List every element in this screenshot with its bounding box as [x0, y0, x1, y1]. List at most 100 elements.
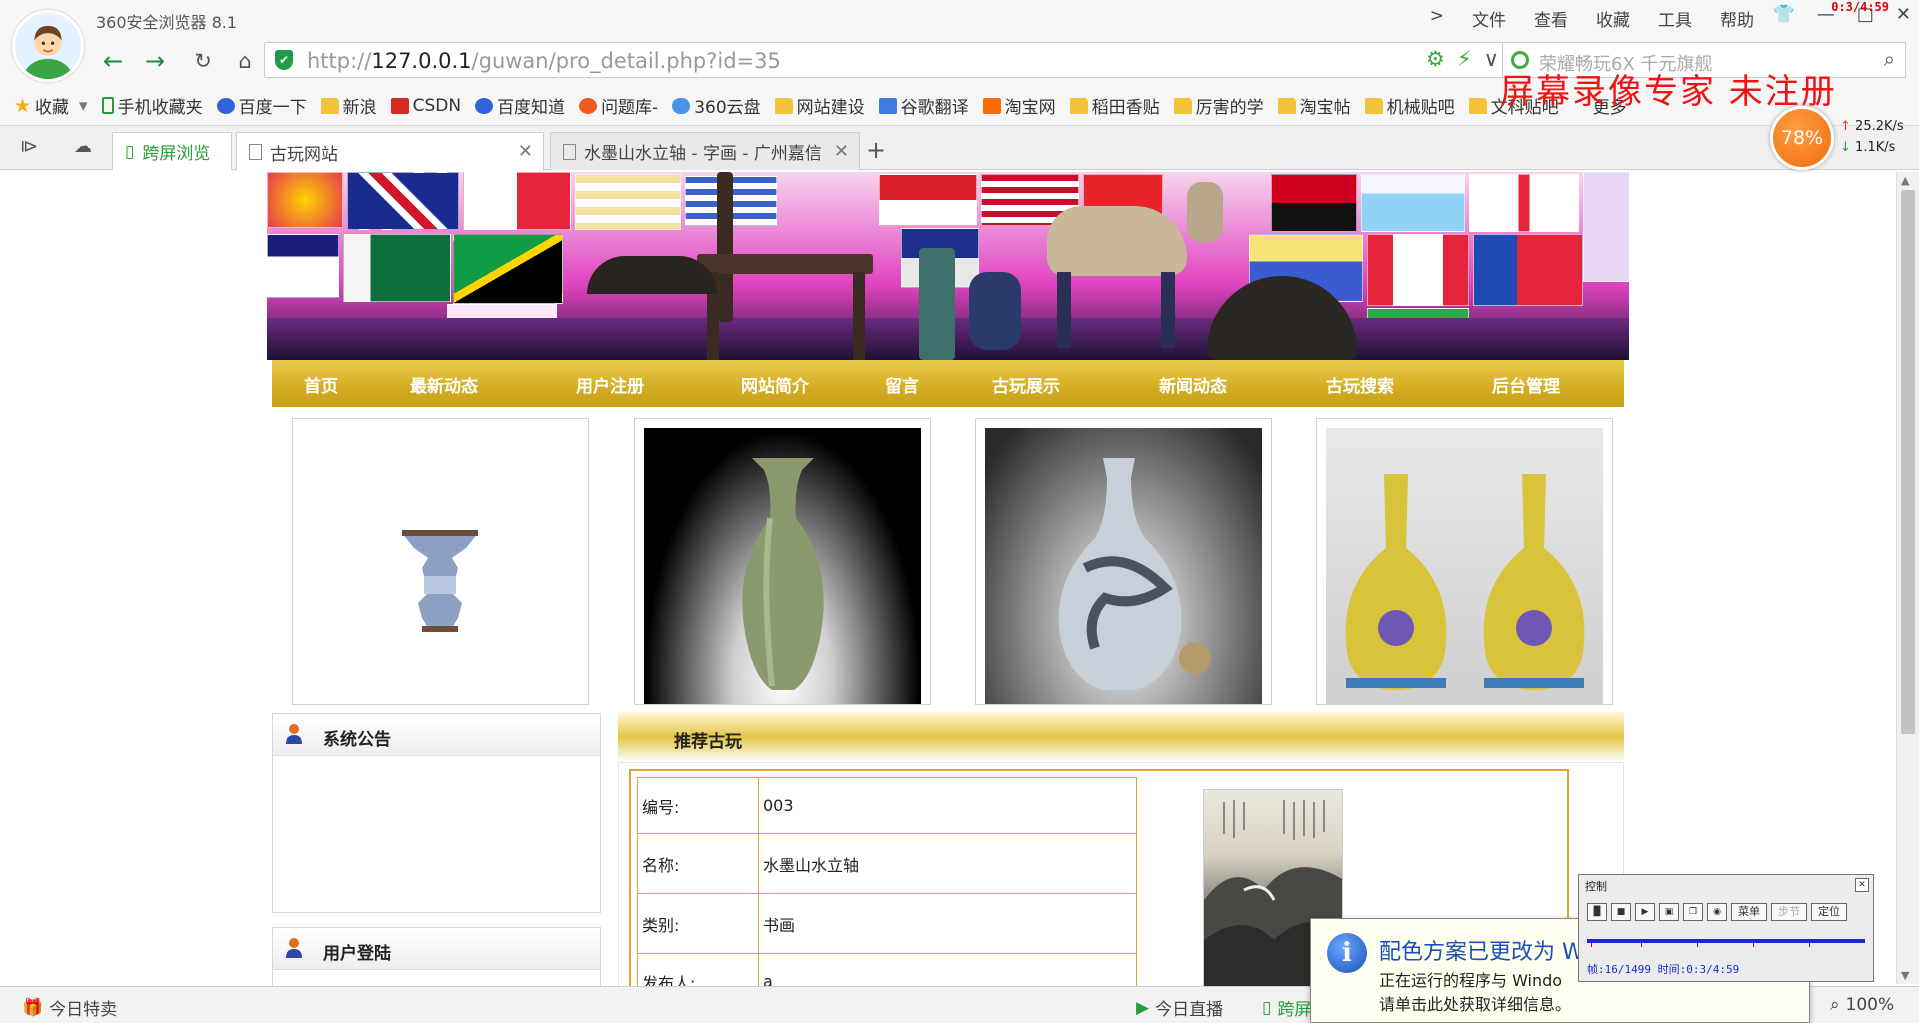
network-speed-readout: ↑ 25.2K/s ↓ 1.1K/s	[1840, 119, 1904, 155]
tb-icon	[982, 97, 1001, 114]
address-dropdown-icon[interactable]: ∨	[1484, 47, 1499, 71]
product-photo-3[interactable]	[975, 418, 1272, 705]
login-panel-header: 用户登陆	[273, 928, 600, 970]
phone-icon: ▯	[125, 141, 135, 162]
address-bar[interactable]: ✔ http://127.0.0.1/guwan/pro_detail.php?…	[264, 42, 1510, 78]
cloud-icon	[672, 97, 691, 114]
recorder-screen-icon[interactable]: ▣	[1659, 903, 1679, 921]
zoom-control[interactable]: ⌕ 100%	[1830, 995, 1894, 1015]
paw-icon	[216, 97, 235, 114]
bookmark-item[interactable]: 淘宝帖	[1277, 93, 1351, 118]
menu-tools[interactable]: 工具	[1658, 6, 1692, 31]
new-tab-icon[interactable]: +	[866, 136, 886, 164]
product-photo-2[interactable]	[634, 418, 931, 705]
notification-line-2[interactable]: 请单击此处获取详细信息。	[1379, 991, 1571, 1015]
recorder-cursor-icon[interactable]: ◉	[1707, 903, 1727, 921]
bookmark-label: 新浪	[342, 98, 377, 118]
network-speed-ball[interactable]: 78%	[1770, 106, 1834, 170]
recorder-locate-button[interactable]: 定位	[1811, 903, 1847, 921]
home-icon[interactable]: ⌂	[228, 46, 262, 76]
tab-active[interactable]: 古玩网站 ✕	[236, 132, 544, 171]
bookmark-item[interactable]: 手机收藏夹	[101, 93, 203, 118]
upload-arrow-icon: ↑	[1840, 119, 1851, 134]
forward-icon[interactable]: →	[138, 46, 172, 76]
search-icon[interactable]: ⌕	[1884, 47, 1895, 71]
product-photo-1[interactable]	[292, 418, 589, 705]
play-icon: ▶	[1136, 997, 1150, 1018]
cross-screen-status[interactable]: ▯ 跨屏	[1262, 995, 1311, 1021]
tab-second-label: 水墨山水立轴 - 字画 - 广州嘉信	[584, 144, 822, 164]
recorder-region-icon[interactable]: ❐	[1683, 903, 1703, 921]
table-row: 名称: 水墨山水立轴	[637, 833, 1137, 894]
bookmark-item[interactable]: 新浪	[320, 93, 377, 118]
nav-admin[interactable]: 后台管理	[1492, 372, 1560, 397]
tab-cross-screen[interactable]: ▯ 跨屏浏览	[112, 132, 232, 170]
back-icon[interactable]: ←	[96, 46, 130, 76]
menu-chevron-icon[interactable]: >	[1430, 6, 1444, 31]
refresh-icon[interactable]: ↻	[186, 46, 220, 76]
bookmark-label: 360云盘	[694, 98, 761, 118]
today-deals[interactable]: 🎁 今日特卖	[22, 995, 117, 1021]
recorder-next-icon[interactable]: ▶	[1635, 903, 1655, 921]
recorder-close-icon[interactable]: ✕	[1855, 878, 1869, 892]
nav-about[interactable]: 网站简介	[741, 372, 809, 397]
scrollbar-thumb[interactable]	[1901, 190, 1915, 734]
detail-value: 书画	[758, 893, 1137, 954]
bookmark-item[interactable]: 谷歌翻译	[878, 93, 969, 118]
bookmark-item[interactable]: 百度知道	[475, 93, 565, 118]
bookmark-item[interactable]: 问题库-	[579, 93, 658, 118]
page-scrollbar[interactable]: ▲ ▼	[1896, 172, 1919, 984]
bookmark-item[interactable]: 百度一下	[216, 93, 307, 118]
folder-icon	[1277, 97, 1296, 114]
nav-search[interactable]: 古玩搜索	[1326, 372, 1394, 397]
recorder-pause-icon[interactable]: ▐▌	[1587, 903, 1607, 921]
recorder-timeline[interactable]	[1587, 939, 1865, 943]
today-live[interactable]: ▶ 今日直播	[1136, 995, 1223, 1021]
scroll-up-icon[interactable]: ▲	[1901, 174, 1909, 187]
bookmark-item[interactable]: 360云盘	[672, 93, 761, 118]
tab-close-icon[interactable]: ✕	[518, 141, 533, 162]
bookmark-item[interactable]: 稻田香贴	[1069, 93, 1160, 118]
favorites-dropdown-icon[interactable]: ▾	[79, 96, 88, 116]
recorder-buttons: ▐▌ ■ ▶ ▣ ❐ ◉ 菜单 步节 定位	[1587, 903, 1847, 921]
table-row: 类别: 书画	[637, 893, 1137, 954]
address-url[interactable]: http://127.0.0.1/guwan/pro_detail.php?id…	[307, 49, 781, 73]
compat-mode-icon[interactable]: ⚙	[1426, 47, 1445, 71]
product-photo-4[interactable]	[1316, 418, 1613, 705]
info-icon: i	[1327, 933, 1367, 973]
speed-mode-icon[interactable]: ⚡	[1457, 47, 1472, 71]
menu-file[interactable]: 文件	[1472, 6, 1506, 31]
sidebar-toggle-icon[interactable]: ⧐	[20, 136, 38, 157]
security-shield-icon[interactable]: ✔	[275, 50, 293, 70]
tab-close-icon[interactable]: ✕	[834, 141, 849, 162]
bookmark-item[interactable]: 淘宝网	[982, 93, 1056, 118]
nav-showcase[interactable]: 古玩展示	[992, 372, 1060, 397]
menu-help[interactable]: 帮助	[1720, 6, 1754, 31]
bookmark-item[interactable]: 厉害的学	[1173, 93, 1264, 118]
nav-register[interactable]: 用户注册	[576, 372, 644, 397]
bookmark-label: 机械贴吧	[1386, 98, 1455, 118]
notification-line-1: 正在运行的程序与 Windo	[1379, 971, 1563, 990]
user-avatar[interactable]	[12, 10, 84, 82]
menu-favorites[interactable]: 收藏	[1596, 6, 1630, 31]
scroll-down-icon[interactable]: ▼	[1901, 969, 1909, 982]
recorder-watermark: 屏幕录像专家 未注册	[1500, 72, 1837, 112]
bookmark-item[interactable]: ★ 收藏 ▾	[14, 93, 88, 119]
nav-news[interactable]: 新闻动态	[1159, 372, 1227, 397]
recorder-stop-icon[interactable]: ■	[1611, 903, 1631, 921]
tab-second[interactable]: 水墨山水立轴 - 字画 - 广州嘉信 ✕	[550, 132, 860, 170]
recorder-menu-button[interactable]: 菜单	[1731, 903, 1767, 921]
nav-latest[interactable]: 最新动态	[410, 372, 478, 397]
bookmark-list: ★ 收藏 ▾ 手机收藏夹 百度一下 新浪 CSDN 百度知道 问题库- 360云盘 网站建设 谷歌翻译…	[14, 93, 1627, 119]
bookmark-item[interactable]: CSDN	[390, 93, 461, 118]
nav-message[interactable]: 留言	[885, 372, 919, 397]
nav-home[interactable]: 首页	[304, 372, 338, 397]
cloud-icon[interactable]: ☁	[74, 136, 92, 157]
document-icon	[249, 144, 262, 160]
close-icon[interactable]: ✕	[1896, 4, 1911, 25]
bookmark-item[interactable]: 机械贴吧	[1364, 93, 1455, 118]
menu-view[interactable]: 查看	[1534, 6, 1568, 31]
skin-icon[interactable]: 👕	[1772, 4, 1794, 25]
site-main-nav: 首页 最新动态 用户注册 网站简介 留言 古玩展示 新闻动态 古玩搜索 后台管理	[272, 360, 1624, 407]
bookmark-item[interactable]: 网站建设	[774, 93, 865, 118]
